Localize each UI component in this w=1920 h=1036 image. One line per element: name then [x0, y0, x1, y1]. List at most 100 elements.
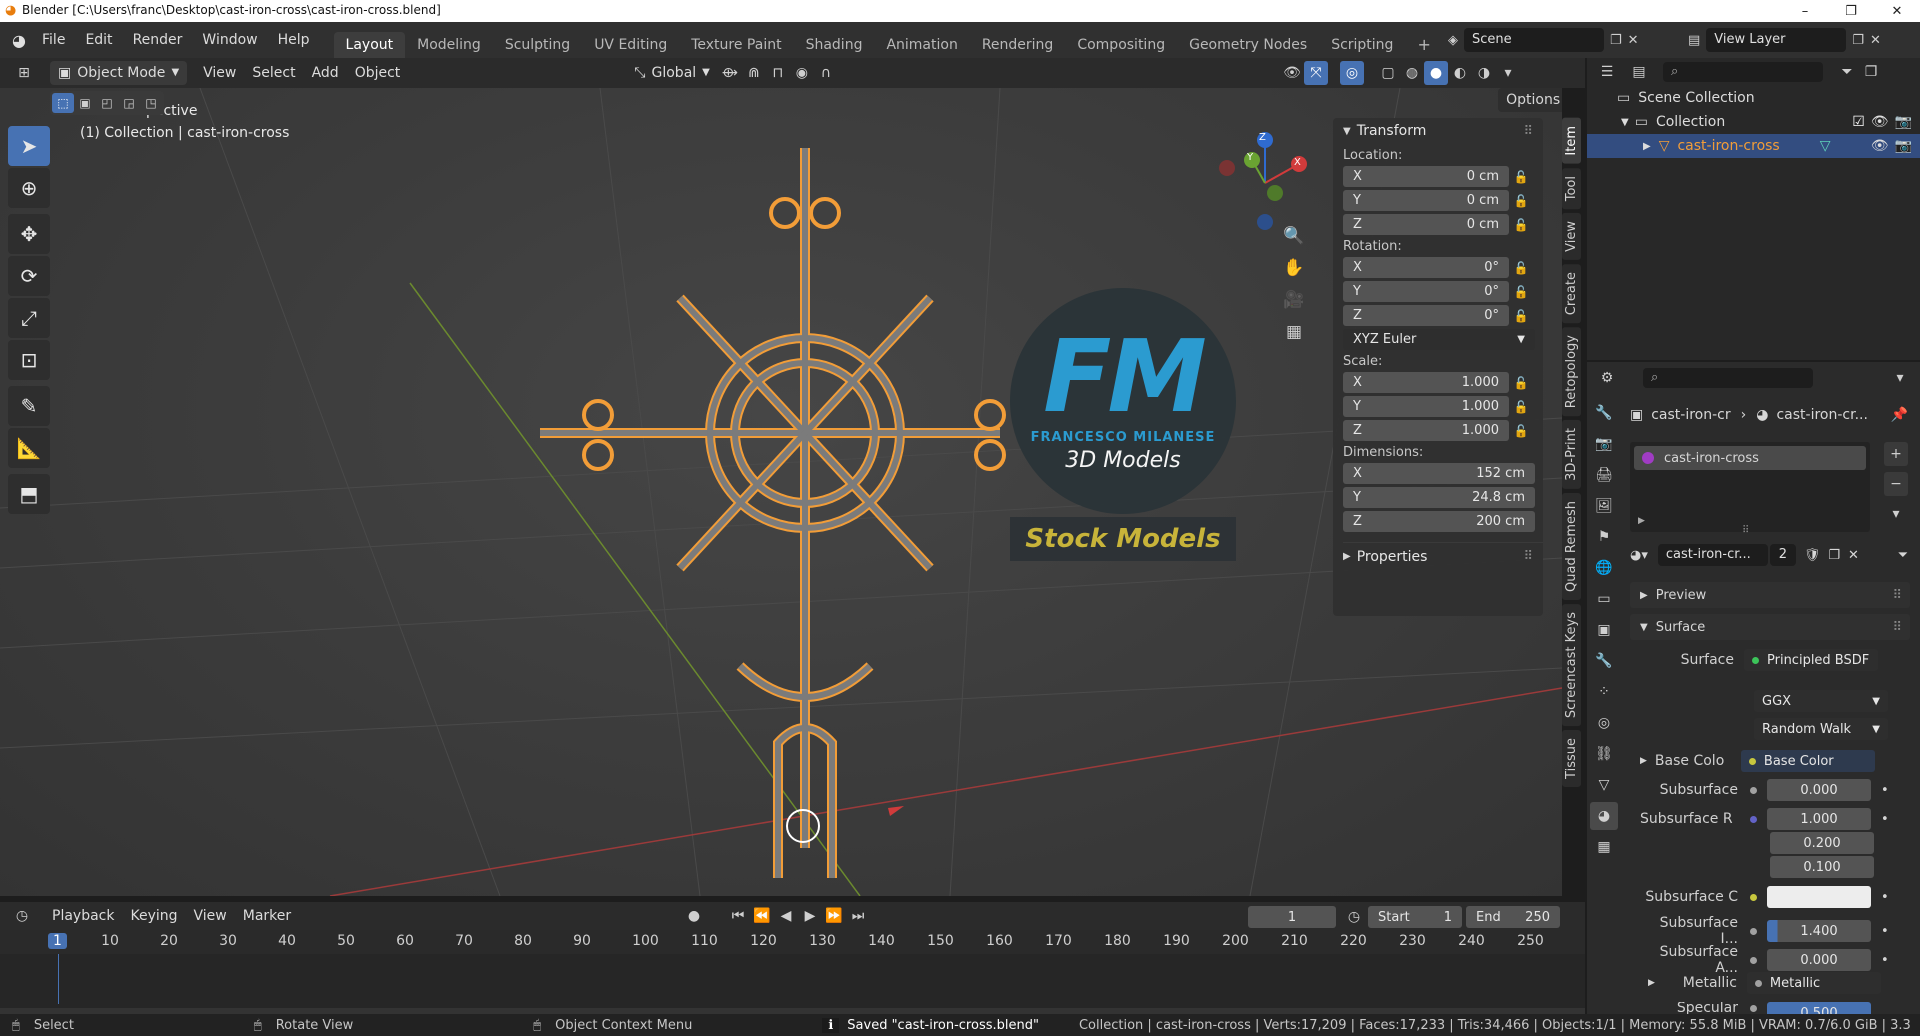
editor-type-icon[interactable]: ⊞	[12, 61, 36, 85]
preview-header[interactable]: Preview	[1656, 588, 1707, 603]
subsurface-radius-z-field[interactable]: 0.100	[1770, 856, 1874, 878]
rotation-x-field[interactable]: X 0°	[1343, 257, 1509, 278]
chevron-right-icon[interactable]: ▶	[1643, 141, 1651, 152]
texture-properties-icon[interactable]: ▦	[1590, 833, 1618, 861]
lock-icon[interactable]: 🔓	[1509, 424, 1533, 438]
scale-y-field[interactable]: Y 1.000	[1343, 396, 1509, 417]
move-tool-icon[interactable]: ✥	[8, 214, 50, 254]
timeline-editor-icon[interactable]: ◷	[10, 904, 34, 928]
snap-target-icon[interactable]: ⊓	[766, 61, 790, 85]
camera-icon[interactable]: 📷	[1895, 138, 1912, 154]
tab-layout[interactable]: Layout	[333, 32, 406, 58]
lock-icon[interactable]: 🔓	[1509, 400, 1533, 414]
display-mode-icon[interactable]: ▤	[1627, 60, 1651, 84]
material-slot-item[interactable]: cast-iron-cross	[1634, 446, 1866, 470]
new-view-layer-icon[interactable]: ❐	[1852, 33, 1864, 48]
view-layer-properties-icon[interactable]: 🖼	[1590, 492, 1618, 520]
ortho-toggle-icon[interactable]: ▦	[1282, 320, 1306, 344]
pin-icon[interactable]: 📌	[1891, 407, 1908, 423]
timeline-ruler[interactable]: 1 10 20 30 40 50 60 70 80 90 100 110 120 130 140 150 160…	[0, 930, 1585, 954]
select-subtract-icon[interactable]: ◰	[96, 93, 118, 113]
rotation-mode-dropdown[interactable]: XYZ Euler ▼	[1343, 329, 1535, 350]
delete-scene-icon[interactable]: ✕	[1628, 33, 1639, 48]
material-properties-icon[interactable]: ◕	[1590, 802, 1618, 830]
jump-end-icon[interactable]: ⏭	[846, 904, 870, 928]
select-box-tool-icon[interactable]: ➤	[8, 126, 50, 166]
unlink-icon[interactable]: ✕	[1848, 548, 1859, 563]
tab-modeling[interactable]: Modeling	[405, 32, 493, 58]
navigation-gizmo[interactable]	[1210, 128, 1320, 238]
eye-icon[interactable]: 👁	[1871, 114, 1889, 130]
select-intersect-icon[interactable]: ◳	[140, 93, 162, 113]
chevron-down-icon[interactable]: ▼	[1621, 117, 1629, 128]
drag-handle-icon[interactable]: ⠿	[1892, 620, 1902, 635]
rotate-tool-icon[interactable]: ⟳	[8, 256, 50, 296]
tab-quad-remesh[interactable]: Quad Remesh	[1562, 493, 1581, 600]
outliner-search-input[interactable]: ⌕	[1663, 62, 1823, 82]
menu-file[interactable]: File	[32, 28, 75, 52]
eye-icon[interactable]: 👁	[1871, 138, 1889, 154]
pivot-icon[interactable]: ⟴	[718, 61, 742, 85]
menu-select[interactable]: Select	[244, 61, 303, 85]
3d-viewport[interactable]: FM FRANCESCO MILANESE 3D Models Stock Mo…	[0, 88, 1562, 896]
base-color-field[interactable]: Base Color	[1740, 750, 1875, 772]
menu-marker[interactable]: Marker	[235, 904, 299, 928]
particles-properties-icon[interactable]: ⁘	[1590, 678, 1618, 706]
scene-field[interactable]: Scene	[1464, 28, 1604, 52]
subsurface-radius-y-field[interactable]: 0.200	[1770, 832, 1874, 854]
camera-icon[interactable]: 📷	[1895, 114, 1912, 130]
add-cube-tool-icon[interactable]: ⬒	[8, 474, 50, 514]
outliner-row-collection[interactable]: ▼ ▭ Collection ☑ 👁 📷	[1587, 110, 1920, 134]
gizmo-toggle-icon[interactable]: ⤧	[1304, 61, 1328, 85]
tab-tissue[interactable]: Tissue	[1562, 730, 1581, 788]
dimensions-y-field[interactable]: Y 24.8 cm	[1343, 487, 1535, 508]
zoom-icon[interactable]: 🔍	[1282, 224, 1306, 248]
lock-icon[interactable]: 🔓	[1509, 261, 1533, 275]
play-icon[interactable]: ▶	[798, 904, 822, 928]
specular-field[interactable]: 0.500	[1767, 1002, 1871, 1014]
view-layer-field[interactable]: View Layer	[1706, 28, 1847, 52]
menu-view[interactable]: View	[195, 61, 244, 85]
scene-properties-icon[interactable]: ⚑	[1590, 523, 1618, 551]
drag-handle-icon[interactable]: ⠿	[1523, 124, 1533, 139]
maximize-button[interactable]: ❐	[1828, 0, 1874, 22]
tab-retopology[interactable]: Retopology	[1562, 326, 1581, 417]
location-x-field[interactable]: X0 cm	[1343, 166, 1509, 187]
tool-properties-icon[interactable]: 🔧	[1590, 399, 1618, 427]
falloff-icon[interactable]: ∩	[814, 61, 838, 85]
menu-timeline-view[interactable]: View	[186, 904, 235, 928]
menu-render[interactable]: Render	[123, 28, 193, 52]
subsurface-method-dropdown[interactable]: Random Walk ▼	[1754, 718, 1888, 740]
close-button[interactable]: ✕	[1874, 0, 1920, 22]
menu-keying[interactable]: Keying	[122, 904, 185, 928]
lock-icon[interactable]: 🔓	[1509, 170, 1533, 184]
pan-hand-icon[interactable]: ✋	[1282, 256, 1306, 280]
surface-shader-field[interactable]: Principled BSDF	[1744, 649, 1878, 671]
properties-search-input[interactable]: ⌕	[1643, 368, 1813, 388]
tab-sculpting[interactable]: Sculpting	[493, 32, 582, 58]
orientation-dropdown[interactable]: ⤡ Global ▼	[626, 61, 718, 85]
select-invert-icon[interactable]: ◲	[118, 93, 140, 113]
new-scene-icon[interactable]: ❐	[1610, 33, 1622, 48]
menu-add[interactable]: Add	[304, 61, 347, 85]
remove-slot-icon[interactable]: −	[1884, 472, 1908, 496]
play-reverse-icon[interactable]: ◀	[774, 904, 798, 928]
minimize-button[interactable]: –	[1782, 0, 1828, 22]
preview-range-icon[interactable]: ◷	[1342, 905, 1366, 929]
proportional-edit-icon[interactable]: ◉	[790, 61, 814, 85]
subsurface-field[interactable]: 0.000	[1767, 779, 1871, 801]
fake-user-icon[interactable]: 🛡	[1804, 548, 1821, 563]
lock-icon[interactable]: 🔓	[1509, 285, 1533, 299]
select-new-icon[interactable]: ⬚	[52, 93, 74, 113]
material-slot-list[interactable]: cast-iron-cross ▶ ⠿	[1630, 442, 1870, 536]
slot-menu-icon[interactable]: ▾	[1884, 502, 1908, 526]
output-properties-icon[interactable]: 🖨	[1590, 461, 1618, 489]
new-collection-icon[interactable]: ❐	[1859, 60, 1883, 84]
cursor-tool-icon[interactable]: ⊕	[8, 168, 50, 208]
chevron-right-icon[interactable]: ▶	[1640, 756, 1647, 766]
shading-options-icon[interactable]: ▾	[1496, 61, 1520, 85]
tab-screencast-keys[interactable]: Screencast Keys	[1562, 603, 1581, 727]
overlay-toggle-icon[interactable]: ◎	[1340, 61, 1364, 85]
keyframe-dot-icon[interactable]: •	[1881, 924, 1889, 939]
wireframe-shading-icon[interactable]: ◍	[1400, 61, 1424, 85]
